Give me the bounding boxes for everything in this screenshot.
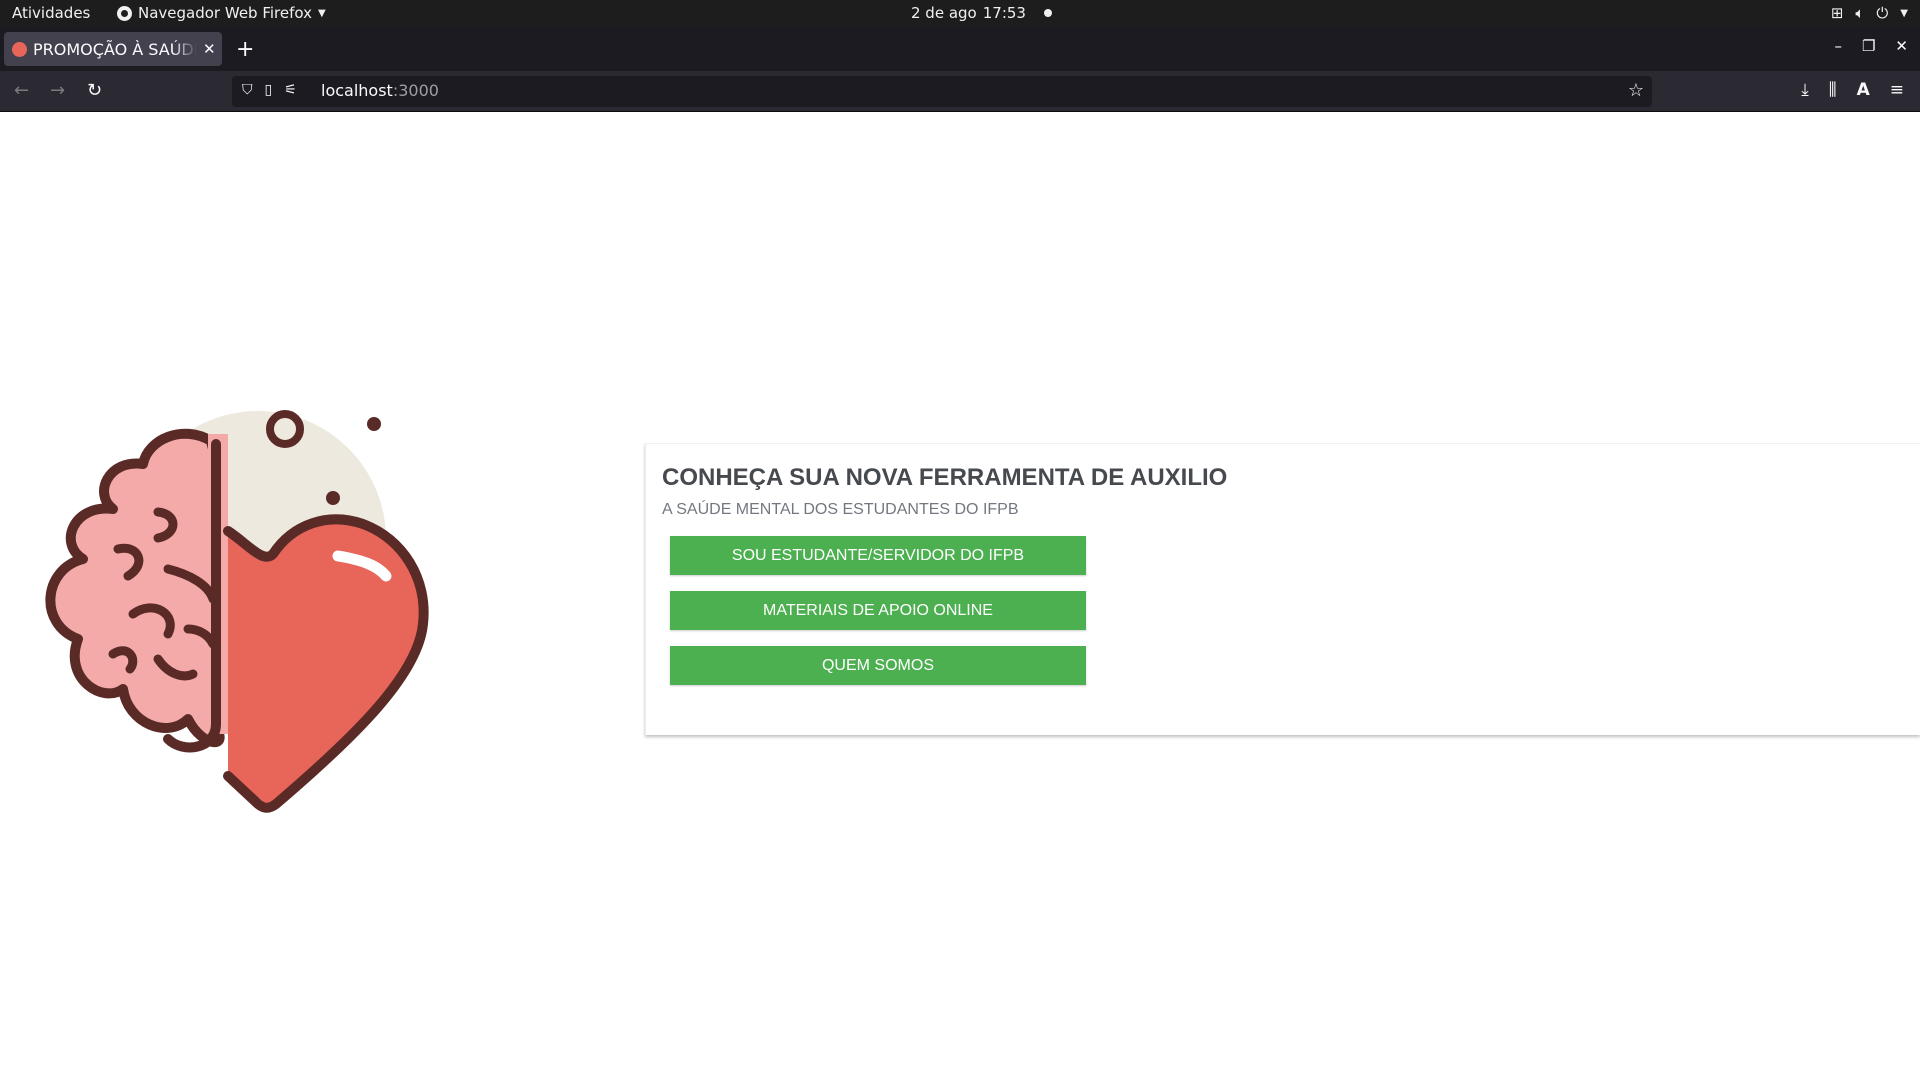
page-subtitle: A SAÚDE MENTAL DOS ESTUDANTES DO IFPB (662, 501, 1019, 518)
network-icon: ⊞ (1830, 4, 1844, 22)
activities-button[interactable]: Atividades (12, 4, 90, 22)
account-icon[interactable]: A (1857, 80, 1870, 100)
intro-card: CONHEÇA SUA NOVA FERRAMENTA DE AUXILIO A… (645, 443, 1920, 735)
online-materials-button[interactable]: MATERIAIS DE APOIO ONLINE (670, 591, 1086, 630)
menu-icon[interactable]: ≡ (1890, 80, 1904, 100)
window-controls: – ❐ ✕ (1834, 37, 1908, 55)
library-icon[interactable]: ⫼ (1829, 80, 1837, 100)
clock[interactable]: 2 de ago 17:53 (911, 4, 1052, 22)
small-dot (367, 417, 381, 431)
tab-title: PROMOÇÃO À SAÚDE MENTAL (33, 39, 197, 59)
browser-tab[interactable]: PROMOÇÃO À SAÚDE MENTAL ✕ (4, 32, 222, 66)
firefox-icon (117, 5, 132, 21)
navigation-bar: ← → ↻ ⛉ ▯ ⚟ localhost:3000 ☆ ⤓ ⫼ A ≡ (0, 71, 1920, 112)
app-menu[interactable]: Navegador Web Firefox ▼ (117, 4, 326, 22)
app-menu-label: Navegador Web Firefox (138, 4, 312, 22)
tab-strip: PROMOÇÃO À SAÚDE MENTAL ✕ + – ❐ ✕ (0, 27, 1920, 71)
student-staff-button[interactable]: SOU ESTUDANTE/SERVIDOR DO IFPB (670, 536, 1086, 575)
page-title: CONHEÇA SUA NOVA FERRAMENTA DE AUXILIO (662, 464, 1228, 491)
reload-icon[interactable]: ↻ (87, 80, 102, 101)
clock-time: 17:53 (982, 4, 1026, 22)
bookmark-star-icon[interactable]: ☆ (1628, 80, 1644, 101)
url-text[interactable]: localhost:3000 (321, 81, 439, 100)
caret-down-icon: ▼ (317, 7, 326, 19)
system-top-bar: Atividades Navegador Web Firefox ▼ 2 de … (0, 0, 1920, 27)
notification-dot-icon (1043, 9, 1052, 17)
url-port: :3000 (392, 81, 439, 100)
url-host: localhost (321, 81, 393, 100)
brain-shape (45, 428, 225, 748)
about-us-button[interactable]: QUEM SOMOS (670, 646, 1086, 685)
shield-icon[interactable]: ⛉ (242, 82, 253, 98)
download-icon[interactable]: ⤓ (1801, 80, 1809, 100)
small-dot (326, 491, 340, 505)
caret-down-icon: ▼ (1900, 7, 1908, 19)
back-icon[interactable]: ← (14, 80, 29, 101)
page-icon[interactable]: ▯ (265, 82, 273, 98)
minimize-icon[interactable]: – (1834, 37, 1842, 55)
status-area[interactable]: ⊞ 🔈︎ ⏻ ▼ (1831, 4, 1908, 22)
toolbar-right: ⤓ ⫼ A ≡ (1801, 80, 1904, 100)
volume-icon: 🔈︎ (1855, 4, 1865, 22)
close-tab-icon[interactable]: ✕ (203, 40, 216, 58)
power-icon: ⏻ (1876, 4, 1889, 22)
new-tab-icon[interactable]: + (236, 37, 254, 62)
heart-favicon-icon (12, 41, 27, 57)
url-bar[interactable]: ⛉ ▯ ⚟ localhost:3000 ☆ (232, 76, 1652, 107)
url-bar-icons: ⛉ ▯ ⚟ (242, 82, 297, 98)
close-window-icon[interactable]: ✕ (1895, 37, 1908, 55)
restore-icon[interactable]: ❐ (1862, 37, 1875, 55)
forward-icon[interactable]: → (50, 80, 65, 101)
clock-date: 2 de ago (911, 4, 977, 22)
permissions-icon[interactable]: ⚟ (284, 82, 297, 98)
brain-heart-illustration (45, 410, 429, 813)
